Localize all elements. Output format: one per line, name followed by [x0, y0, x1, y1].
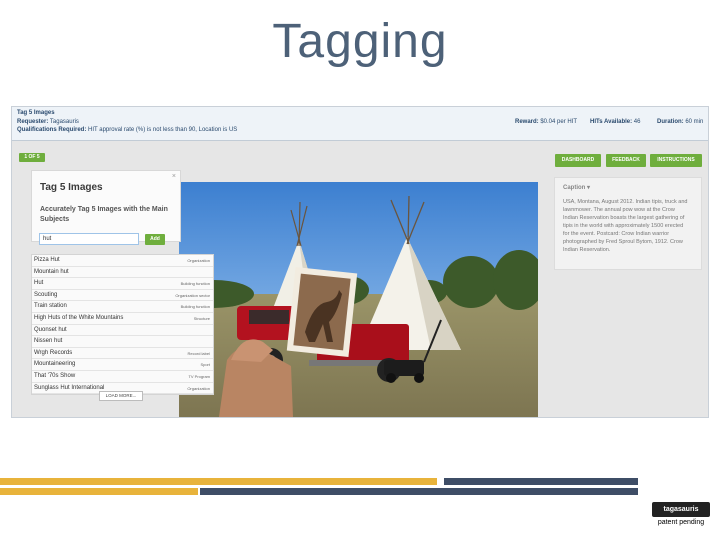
qualifications-label: Qualifications Required:: [17, 127, 87, 133]
feedback-button[interactable]: FEEDBACK: [606, 154, 646, 167]
suggestion-name: Pizza Hut: [34, 257, 60, 263]
duration-value: 60 min: [685, 119, 704, 125]
suggestion-type: Organization sector: [175, 292, 210, 298]
tag-suggestions-list: Pizza Hut Organization Mountain hut Hut Buil…: [31, 254, 214, 396]
suggestion-type: Structure: [193, 315, 210, 321]
suggestion-name: High Huts of the White Mountains: [34, 314, 124, 321]
suggestion-type: Organization: [187, 258, 210, 263]
requester-value[interactable]: Tagasauris: [50, 119, 79, 125]
photo-to-tag[interactable]: [179, 182, 538, 417]
caption-panel: Caption ▾ USA, Montana, August 2012. Ind…: [554, 177, 702, 270]
patent-pending-text: patent pending: [657, 519, 705, 526]
suggestion-row[interactable]: Pizza Hut Organization: [32, 255, 213, 267]
slide-title: Tagging: [272, 15, 448, 68]
suggestion-row[interactable]: High Huts of the White Mountains Structur…: [32, 313, 213, 325]
suggestion-name: Sunglass Hut International: [34, 384, 105, 391]
suggestion-row[interactable]: Nissen hut: [32, 336, 213, 348]
suggestion-name: Nissen hut: [34, 338, 63, 345]
hits-label: HITs Available:: [590, 119, 633, 125]
duration-label: Duration:: [657, 119, 684, 125]
suggestion-type: Building function: [180, 304, 210, 310]
suggestion-type: Building function: [180, 281, 210, 287]
footer-bar-gold-top: [0, 478, 437, 485]
reward-info: Reward: $0.04 per HIT: [515, 119, 577, 125]
suggestion-name: Mountaineering: [34, 361, 76, 368]
requester-label: Requester:: [17, 119, 49, 125]
suggestion-row[interactable]: Scouting Organization sector: [32, 290, 213, 302]
footer-bar-gold-bottom: [0, 488, 198, 495]
instructions-button[interactable]: INSTRUCTIONS: [650, 154, 702, 167]
suggestion-row[interactable]: Wrgh Records Record label: [32, 348, 213, 360]
pager-badge: 1 OF 5: [19, 153, 45, 162]
suggestion-name: Train station: [34, 303, 67, 310]
suggestion-name: Hut: [34, 280, 44, 287]
close-icon[interactable]: ×: [172, 173, 176, 180]
reward-label: Reward:: [515, 119, 539, 125]
suggestion-name: Scouting: [34, 291, 58, 298]
hit-screenshot: Tag 5 Images Requester: Tagasauris Quali…: [11, 106, 709, 418]
duration-info: Duration: 60 min: [657, 119, 703, 125]
qualifications-value: HIT approval rate (%) is not less than 9…: [88, 127, 238, 133]
hits-value: 46: [633, 119, 641, 125]
hit-header: Tag 5 Images Requester: Tagasauris Quali…: [12, 107, 708, 141]
suggestion-row[interactable]: Mountain hut: [32, 267, 213, 279]
suggestion-type: Organization: [187, 385, 210, 391]
tag-panel-subtitle: Accurately Tag 5 Images with the Main Su…: [40, 206, 168, 223]
suggestion-name: Quonset hut: [34, 326, 67, 333]
suggestion-type: TV Program: [188, 373, 210, 379]
footer-bar-navy-bottom: [200, 488, 638, 495]
task-area: 1 OF 5 DASHBOARD FEEDBACK INSTRUCTIONS ×…: [12, 141, 708, 417]
tagasauris-logo: tagasauris: [652, 502, 710, 517]
suggestion-name: Wrgh Records: [34, 349, 73, 356]
hit-title: Tag 5 Images: [17, 110, 55, 116]
suggestion-type: Record label: [187, 350, 210, 356]
requester-line: Requester: Tagasauris: [17, 119, 79, 125]
tag-panel: × Tag 5 Images Accurately Tag 5 Images w…: [31, 170, 181, 245]
suggestion-type: Sport: [200, 362, 210, 368]
tag-panel-title: Tag 5 Images: [40, 182, 103, 193]
load-more-button[interactable]: LOAD MORE...: [99, 391, 143, 401]
caption-toggle[interactable]: Caption ▾: [563, 184, 590, 191]
suggestion-row[interactable]: Hut Building function: [32, 278, 213, 290]
caption-text: USA, Montana, August 2012. Indian tipis,…: [563, 199, 688, 253]
add-tag-button[interactable]: Add: [145, 234, 165, 245]
hits-available-info: HITs Available: 46: [590, 119, 640, 125]
footer-bar-navy-top: [444, 478, 638, 485]
suggestion-row[interactable]: Train station Building function: [32, 301, 213, 313]
reward-value: $0.04 per HIT: [540, 119, 578, 125]
qualifications-line: Qualifications Required: HIT approval ra…: [17, 127, 237, 133]
dashboard-button[interactable]: DASHBOARD: [555, 154, 601, 167]
suggestion-row[interactable]: Quonset hut: [32, 325, 213, 337]
tag-input[interactable]: hut: [39, 233, 139, 245]
suggestion-row[interactable]: Mountaineering Sport: [32, 359, 213, 371]
suggestion-name: Mountain hut: [34, 268, 69, 275]
suggestion-name: That '70s Show: [34, 372, 76, 379]
suggestion-row[interactable]: That '70s Show TV Program: [32, 371, 213, 383]
